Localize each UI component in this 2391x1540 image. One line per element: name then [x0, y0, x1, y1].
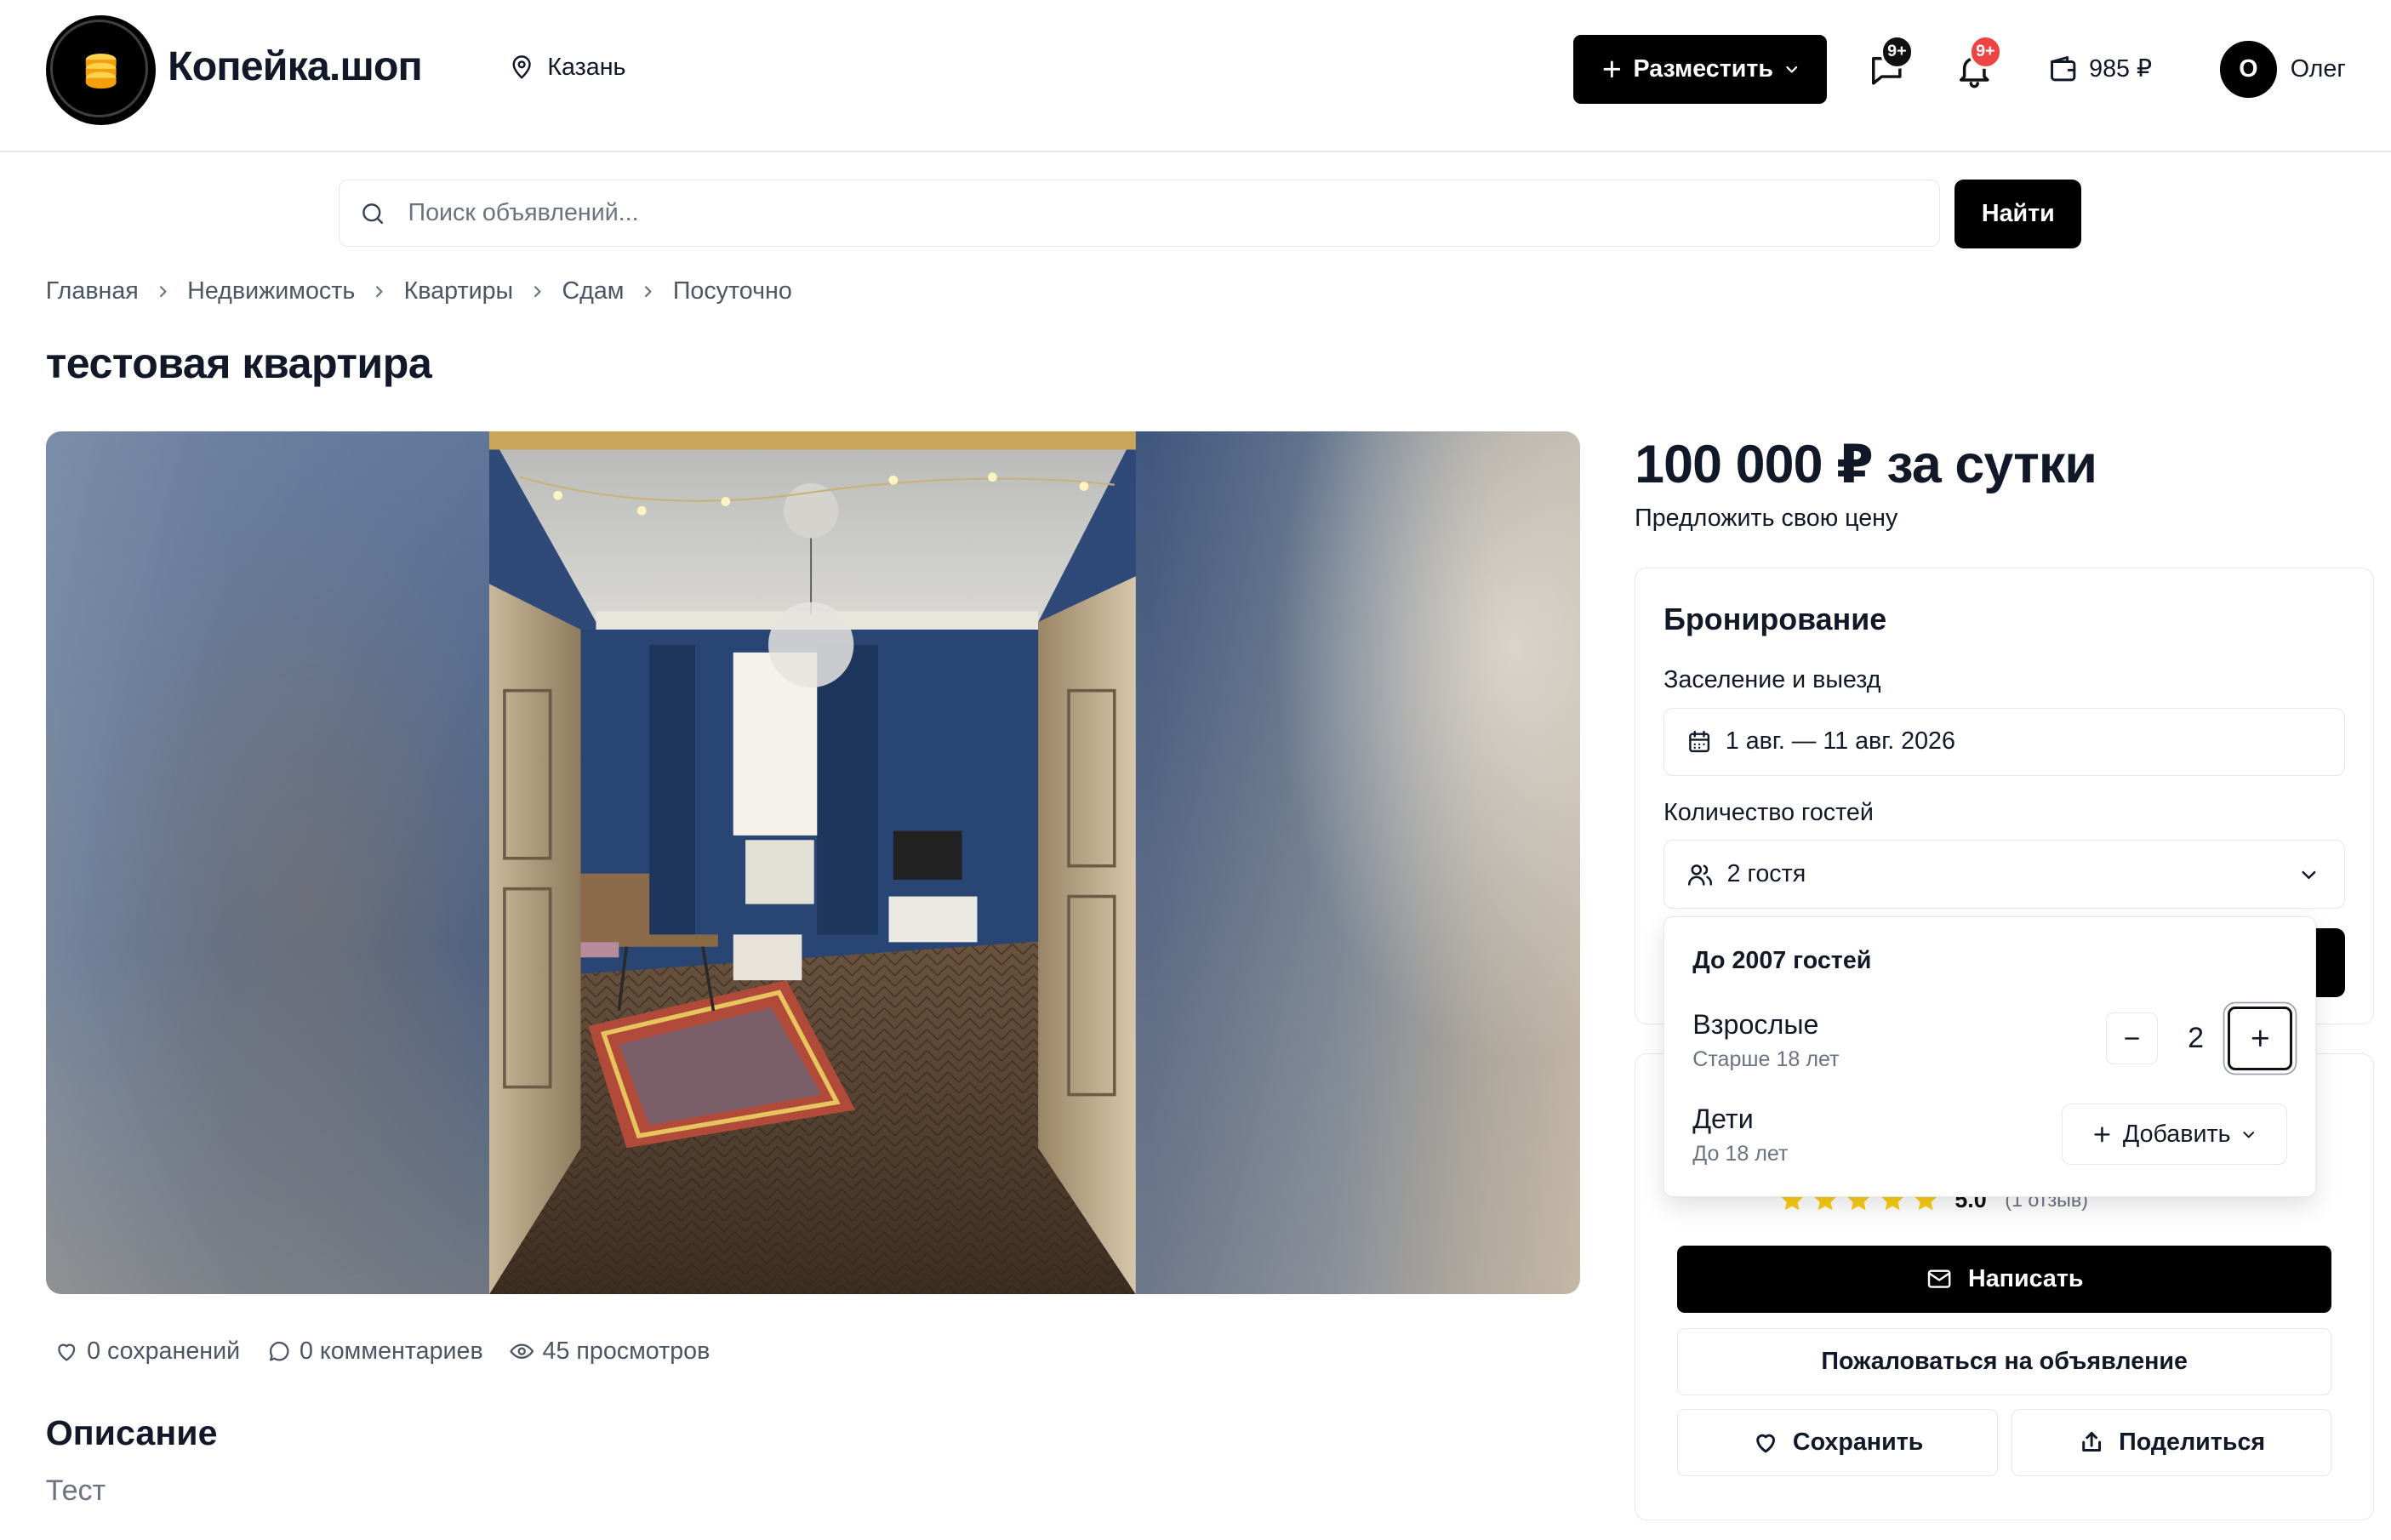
share-label: Поделиться	[2119, 1428, 2266, 1456]
offer-price-link[interactable]: Предложить свою цену	[1635, 505, 1897, 533]
breadcrumb-item[interactable]: Главная	[46, 277, 139, 305]
messages-badge: 9+	[1880, 35, 1915, 69]
max-guests: До 2007 гостей	[1692, 946, 1872, 974]
comments-label: 0 комментариев	[299, 1337, 483, 1365]
views-label: 45 просмотров	[542, 1337, 710, 1365]
breadcrumb-item[interactable]: Посуточно	[673, 277, 792, 305]
description-heading: Описание	[45, 1413, 218, 1453]
saves-label: 0 сохранений	[87, 1337, 241, 1365]
plus-icon	[2251, 1030, 2268, 1047]
comment-icon	[269, 1341, 289, 1361]
adults-label: Взрослые	[1692, 1009, 1819, 1041]
breadcrumb-item[interactable]: Недвижимость	[187, 277, 355, 305]
search-bar	[338, 180, 1940, 248]
saves-count: 0 сохранений	[54, 1338, 240, 1366]
gallery-blur-background	[45, 431, 490, 1295]
save-label: Сохранить	[1792, 1428, 1924, 1456]
dates-label: Заселение и выезд	[1663, 666, 1881, 694]
page-title: тестовая квартира	[45, 339, 432, 387]
adults-sublabel: Старше 18 лет	[1692, 1047, 1840, 1072]
booking-title: Бронирование	[1663, 602, 1887, 636]
plus-icon	[2094, 1126, 2110, 1143]
children-sublabel: До 18 лет	[1692, 1142, 1789, 1166]
wallet-amount: 985 ₽	[2089, 55, 2153, 83]
city-selector[interactable]: Казань	[508, 53, 626, 82]
avatar[interactable]: О	[2220, 41, 2277, 98]
report-button[interactable]: Пожаловаться на объявление	[1677, 1327, 2332, 1395]
wallet-balance[interactable]: 985 ₽	[2046, 52, 2152, 85]
breadcrumb-item[interactable]: Квартиры	[404, 277, 514, 305]
guests-value: 2 гостя	[1726, 860, 1806, 888]
mail-icon	[1927, 1269, 1951, 1289]
breadcrumb: Главная Недвижимость Квартиры Сдам Посут…	[46, 277, 792, 305]
gallery-blur-background	[1136, 431, 1580, 1295]
listing-stats: 0 сохранений 0 комментариев 45 просмотро…	[54, 1338, 736, 1366]
logo-icon[interactable]	[45, 14, 156, 125]
adults-decrement-button[interactable]	[2105, 1012, 2158, 1064]
minus-icon	[2124, 1037, 2139, 1040]
calendar-icon	[1689, 730, 1710, 752]
heart-icon	[1755, 1434, 1775, 1453]
views-count: 45 просмотров	[509, 1338, 710, 1366]
plus-icon	[1603, 60, 1621, 78]
users-icon	[1688, 864, 1713, 886]
description-text: Тест	[45, 1474, 106, 1507]
comments-count: 0 комментариев	[266, 1338, 483, 1366]
add-children-button[interactable]: Добавить	[2061, 1104, 2288, 1166]
chevron-right-icon	[645, 286, 652, 298]
logo-text[interactable]: Копейка.шоп	[168, 43, 423, 90]
search-button[interactable]: Найти	[1954, 180, 2082, 249]
city-label: Казань	[547, 53, 626, 81]
share-button[interactable]: Поделиться	[2011, 1408, 2332, 1476]
write-message-button[interactable]: Написать	[1677, 1246, 2332, 1313]
eye-icon	[510, 1343, 534, 1359]
save-button[interactable]: Сохранить	[1677, 1408, 1998, 1476]
share-icon	[2081, 1432, 2101, 1452]
heart-icon	[57, 1343, 75, 1361]
chevron-down-icon	[2302, 871, 2316, 880]
chevron-down-icon	[1786, 66, 1797, 73]
dates-field[interactable]: 1 авг. — 11 авг. 2026	[1663, 707, 2346, 777]
wallet-icon	[2051, 56, 2076, 82]
notifications-badge: 9+	[1968, 35, 2003, 69]
listing-photo	[489, 431, 1137, 1295]
dates-value: 1 авг. — 11 авг. 2026	[1725, 727, 1955, 756]
chevron-down-icon	[2243, 1131, 2255, 1138]
chevron-right-icon	[534, 286, 541, 298]
post-listing-button[interactable]: Разместить	[1573, 35, 1827, 104]
page: Копейка.шоп Казань Разместить 9+ 9+ 985 …	[0, 0, 2391, 1540]
user-name[interactable]: Олег	[2291, 55, 2346, 83]
guests-select[interactable]: 2 гостя	[1663, 840, 2346, 910]
chevron-right-icon	[159, 286, 167, 298]
search-input[interactable]	[408, 199, 1781, 228]
search-icon	[362, 202, 384, 224]
write-message-label: Написать	[1968, 1265, 2084, 1293]
map-pin-icon	[512, 55, 531, 79]
adults-increment-button[interactable]	[2228, 1006, 2292, 1071]
post-listing-label: Разместить	[1633, 55, 1774, 83]
adults-count: 2	[2188, 1021, 2205, 1054]
price: 100 000 ₽ за сутки	[1635, 434, 2097, 494]
photo-gallery[interactable]	[45, 431, 1580, 1295]
add-children-label: Добавить	[2122, 1120, 2231, 1148]
chevron-right-icon	[376, 286, 383, 298]
breadcrumb-item[interactable]: Сдам	[562, 277, 624, 305]
guests-label: Количество гостей	[1663, 799, 1874, 827]
header-divider	[0, 151, 2391, 153]
children-label: Дети	[1692, 1104, 1754, 1135]
